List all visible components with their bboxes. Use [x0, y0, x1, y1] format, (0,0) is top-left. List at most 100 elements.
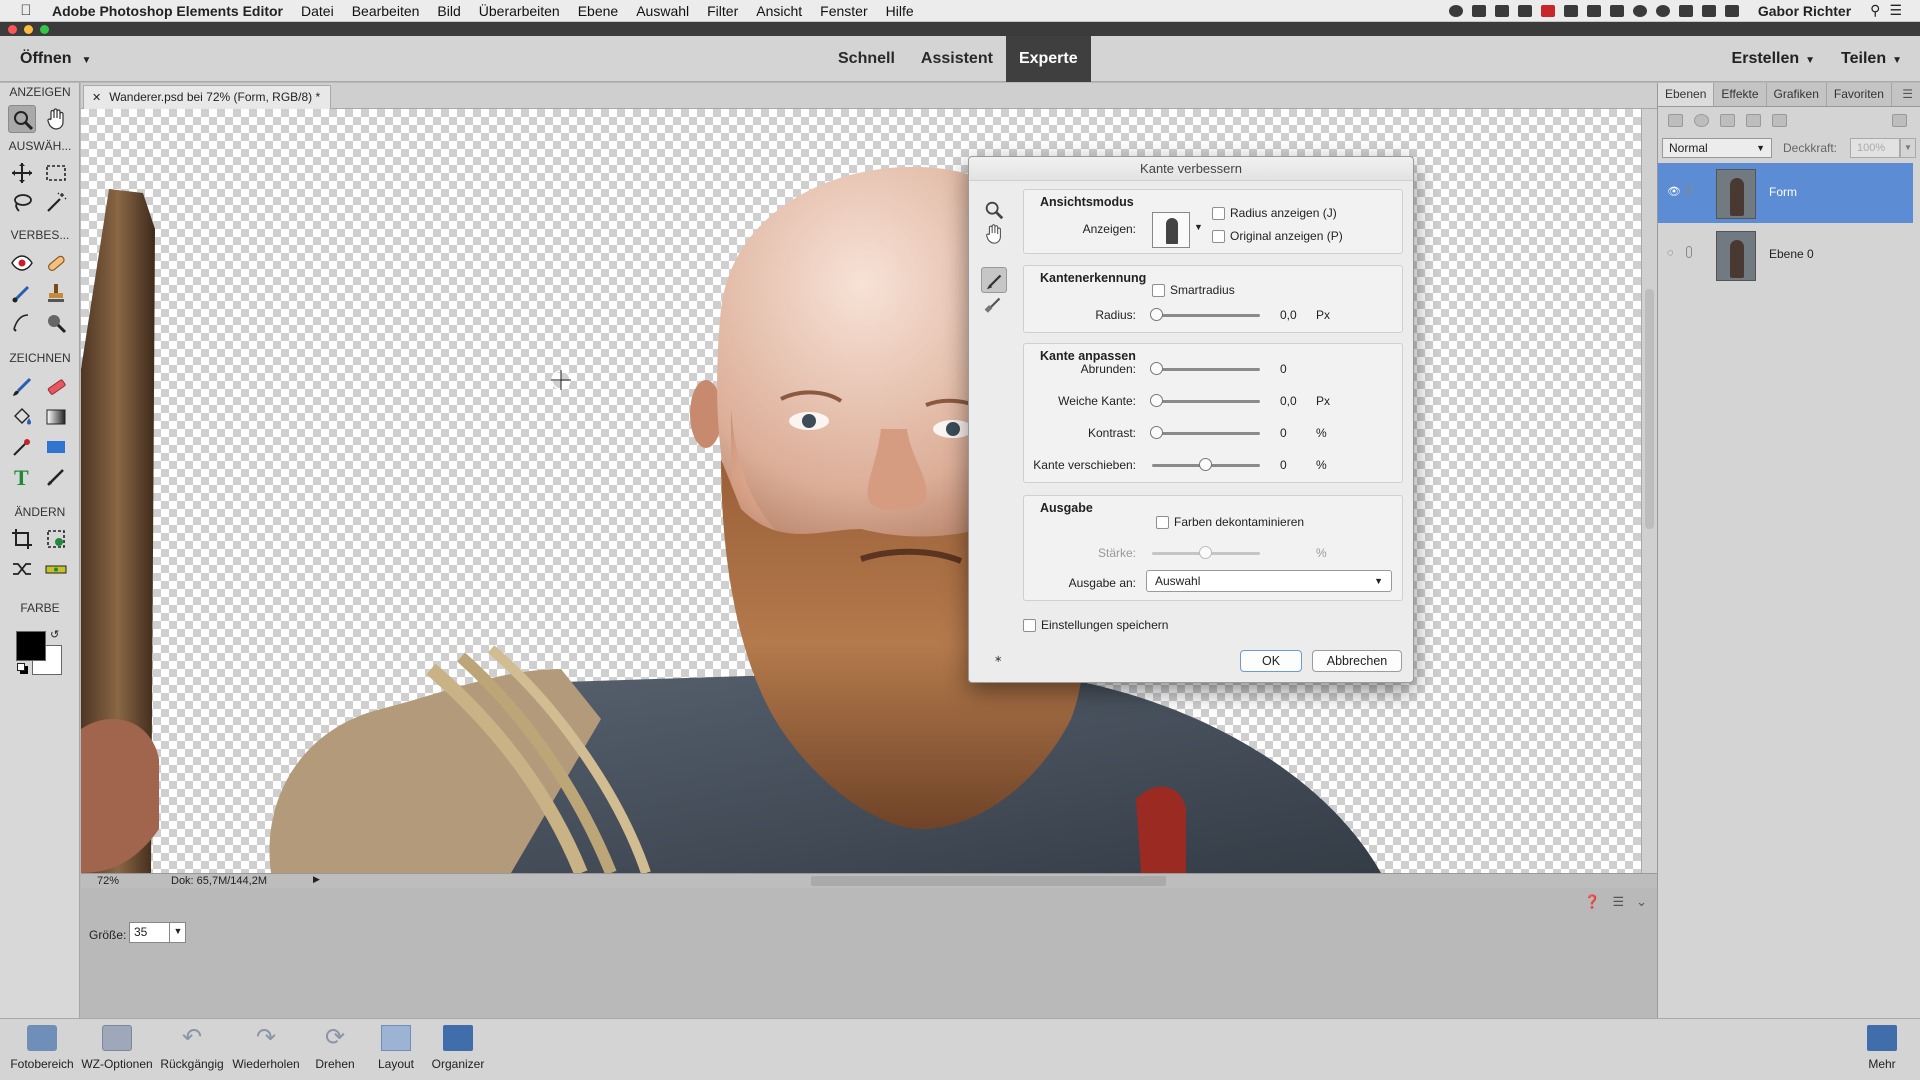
spotlight-icon[interactable]: ⚲	[1870, 2, 1880, 19]
help-icon[interactable]: ❓	[1584, 894, 1600, 910]
mode-experte[interactable]: Experte	[1005, 36, 1091, 82]
swap-colors-icon[interactable]: ↺	[50, 628, 59, 641]
new-layer-icon[interactable]	[1668, 114, 1683, 127]
dialog-hand-tool[interactable]	[981, 221, 1007, 247]
clone-stamp-tool[interactable]	[42, 279, 70, 307]
tab-ebenen[interactable]: Ebenen	[1658, 83, 1715, 106]
share-button[interactable]: Teilen ▼	[1841, 50, 1902, 68]
layer-row-form[interactable]: 👁 Form	[1658, 163, 1913, 223]
visibility-eye-icon[interactable]: 👁	[1667, 185, 1681, 198]
taskbar-layout[interactable]: Layout	[366, 1025, 426, 1071]
shift-edge-slider-knob[interactable]	[1199, 458, 1212, 471]
zoom-level[interactable]: 72%	[97, 875, 119, 887]
tab-grafiken[interactable]: Grafiken	[1767, 83, 1827, 106]
app-name-menu[interactable]: Adobe Photoshop Elements Editor	[52, 3, 283, 19]
straighten-tool[interactable]	[42, 555, 70, 583]
opacity-input[interactable]: 100%	[1850, 138, 1900, 158]
user-name[interactable]: Gabor Richter	[1758, 3, 1851, 19]
time-machine-icon[interactable]	[1632, 4, 1647, 17]
notifications-icon[interactable]: ☰	[1889, 2, 1902, 19]
layer-mask-icon[interactable]	[1720, 114, 1735, 127]
healing-brush-tool[interactable]	[42, 249, 70, 277]
screen-icon[interactable]	[1609, 4, 1624, 17]
document-tab[interactable]: ✕ Wanderer.psd bei 72% (Form, RGB/8) *	[83, 85, 332, 109]
default-colors-icon[interactable]	[17, 663, 25, 671]
cancel-button[interactable]: Abbrechen	[1312, 650, 1402, 672]
close-window-icon[interactable]	[8, 25, 17, 34]
layer-link-icon[interactable]	[1686, 246, 1692, 258]
gradient-tool[interactable]	[42, 403, 70, 431]
text-tool[interactable]: T	[8, 463, 36, 491]
tab-favoriten[interactable]: Favoriten	[1827, 83, 1892, 106]
horizontal-scrollbar[interactable]	[811, 876, 1166, 886]
vertical-scroll-thumb[interactable]	[1645, 289, 1654, 529]
blur-tool[interactable]	[8, 309, 36, 337]
lock-icon[interactable]	[1746, 114, 1761, 127]
hidden-eye-icon[interactable]: ◌	[1667, 247, 1674, 259]
feather-slider-knob[interactable]	[1150, 394, 1163, 407]
shift-edge-slider[interactable]	[1152, 458, 1260, 471]
show-radius-checkbox[interactable]	[1212, 207, 1225, 220]
size-dropdown-icon[interactable]: ▼	[169, 922, 186, 943]
layer-name[interactable]: Ebene 0	[1769, 247, 1814, 261]
ok-button[interactable]: OK	[1240, 650, 1302, 672]
vertical-scrollbar[interactable]	[1641, 109, 1657, 873]
refine-radius-tool[interactable]	[981, 267, 1007, 293]
lasso-tool[interactable]	[8, 189, 36, 217]
display-icon[interactable]	[1471, 4, 1486, 17]
foreground-color-swatch[interactable]	[16, 631, 46, 661]
red-eye-tool[interactable]	[8, 249, 36, 277]
blend-mode-select[interactable]: Normal ▼	[1662, 138, 1772, 158]
smooth-slider[interactable]	[1150, 362, 1260, 375]
paint-bucket-tool[interactable]	[8, 403, 36, 431]
menu-bild[interactable]: Bild	[437, 3, 460, 19]
status-menu-icon[interactable]: ▶	[313, 874, 320, 885]
delete-layer-icon[interactable]	[1892, 114, 1907, 127]
menu-ansicht[interactable]: Ansicht	[756, 3, 802, 19]
erase-refinements-tool[interactable]	[981, 291, 1007, 317]
brush-tool[interactable]	[8, 373, 36, 401]
taskbar-undo[interactable]: ↶ Rückgängig	[156, 1025, 228, 1072]
open-button[interactable]: Öffnen ▼	[20, 50, 91, 68]
feather-slider[interactable]	[1150, 394, 1260, 407]
menu-bearbeiten[interactable]: Bearbeiten	[352, 3, 420, 19]
taskbar-more[interactable]: Mehr	[1862, 1025, 1902, 1071]
zoom-tool[interactable]	[8, 105, 36, 133]
radius-slider[interactable]	[1150, 308, 1260, 321]
mode-schnell[interactable]: Schnell	[825, 36, 908, 82]
opacity-dropdown-icon[interactable]: ▼	[1900, 138, 1916, 158]
pencil-tool[interactable]	[42, 463, 70, 491]
eject-icon[interactable]	[1701, 4, 1716, 17]
close-tab-icon[interactable]: ✕	[92, 92, 101, 104]
show-original-checkbox[interactable]	[1212, 230, 1225, 243]
taskbar-redo[interactable]: ↷ Wiederholen	[228, 1025, 304, 1072]
taskbar-photo-bin[interactable]: Fotobereich	[4, 1025, 80, 1071]
hand-tool[interactable]	[42, 105, 70, 133]
move-tool[interactable]	[8, 159, 36, 187]
smooth-slider-knob[interactable]	[1150, 362, 1163, 375]
dialog-options-icon[interactable]: ∗	[994, 654, 1002, 665]
taskbar-tool-options[interactable]: WZ-Optionen	[78, 1025, 156, 1071]
dropbox-icon[interactable]	[1563, 4, 1578, 17]
sponge-tool[interactable]	[42, 309, 70, 337]
eyedropper-tool[interactable]	[8, 433, 36, 461]
cloud-icon[interactable]	[1494, 4, 1509, 17]
layer-link-icon[interactable]	[1686, 184, 1692, 196]
tab-effekte[interactable]: Effekte	[1714, 83, 1767, 106]
menu-fenster[interactable]: Fenster	[820, 3, 867, 19]
evernote-icon[interactable]	[1517, 4, 1532, 17]
taskbar-rotate[interactable]: ⟳ Drehen	[306, 1025, 364, 1072]
menu-hilfe[interactable]: Hilfe	[886, 3, 914, 19]
record-icon[interactable]	[1448, 4, 1463, 17]
mode-assistent[interactable]: Assistent	[908, 36, 1006, 82]
dialog-zoom-tool[interactable]	[981, 197, 1007, 223]
shape-tool[interactable]	[42, 433, 70, 461]
menu-auswahl[interactable]: Auswahl	[636, 3, 689, 19]
menu-datei[interactable]: Datei	[301, 3, 334, 19]
contrast-slider[interactable]	[1150, 426, 1260, 439]
decontaminate-checkbox[interactable]	[1156, 516, 1169, 529]
content-aware-move-tool[interactable]	[8, 555, 36, 583]
remember-settings-checkbox[interactable]	[1023, 619, 1036, 632]
menu-ebene[interactable]: Ebene	[578, 3, 618, 19]
smart-brush-tool[interactable]	[8, 279, 36, 307]
